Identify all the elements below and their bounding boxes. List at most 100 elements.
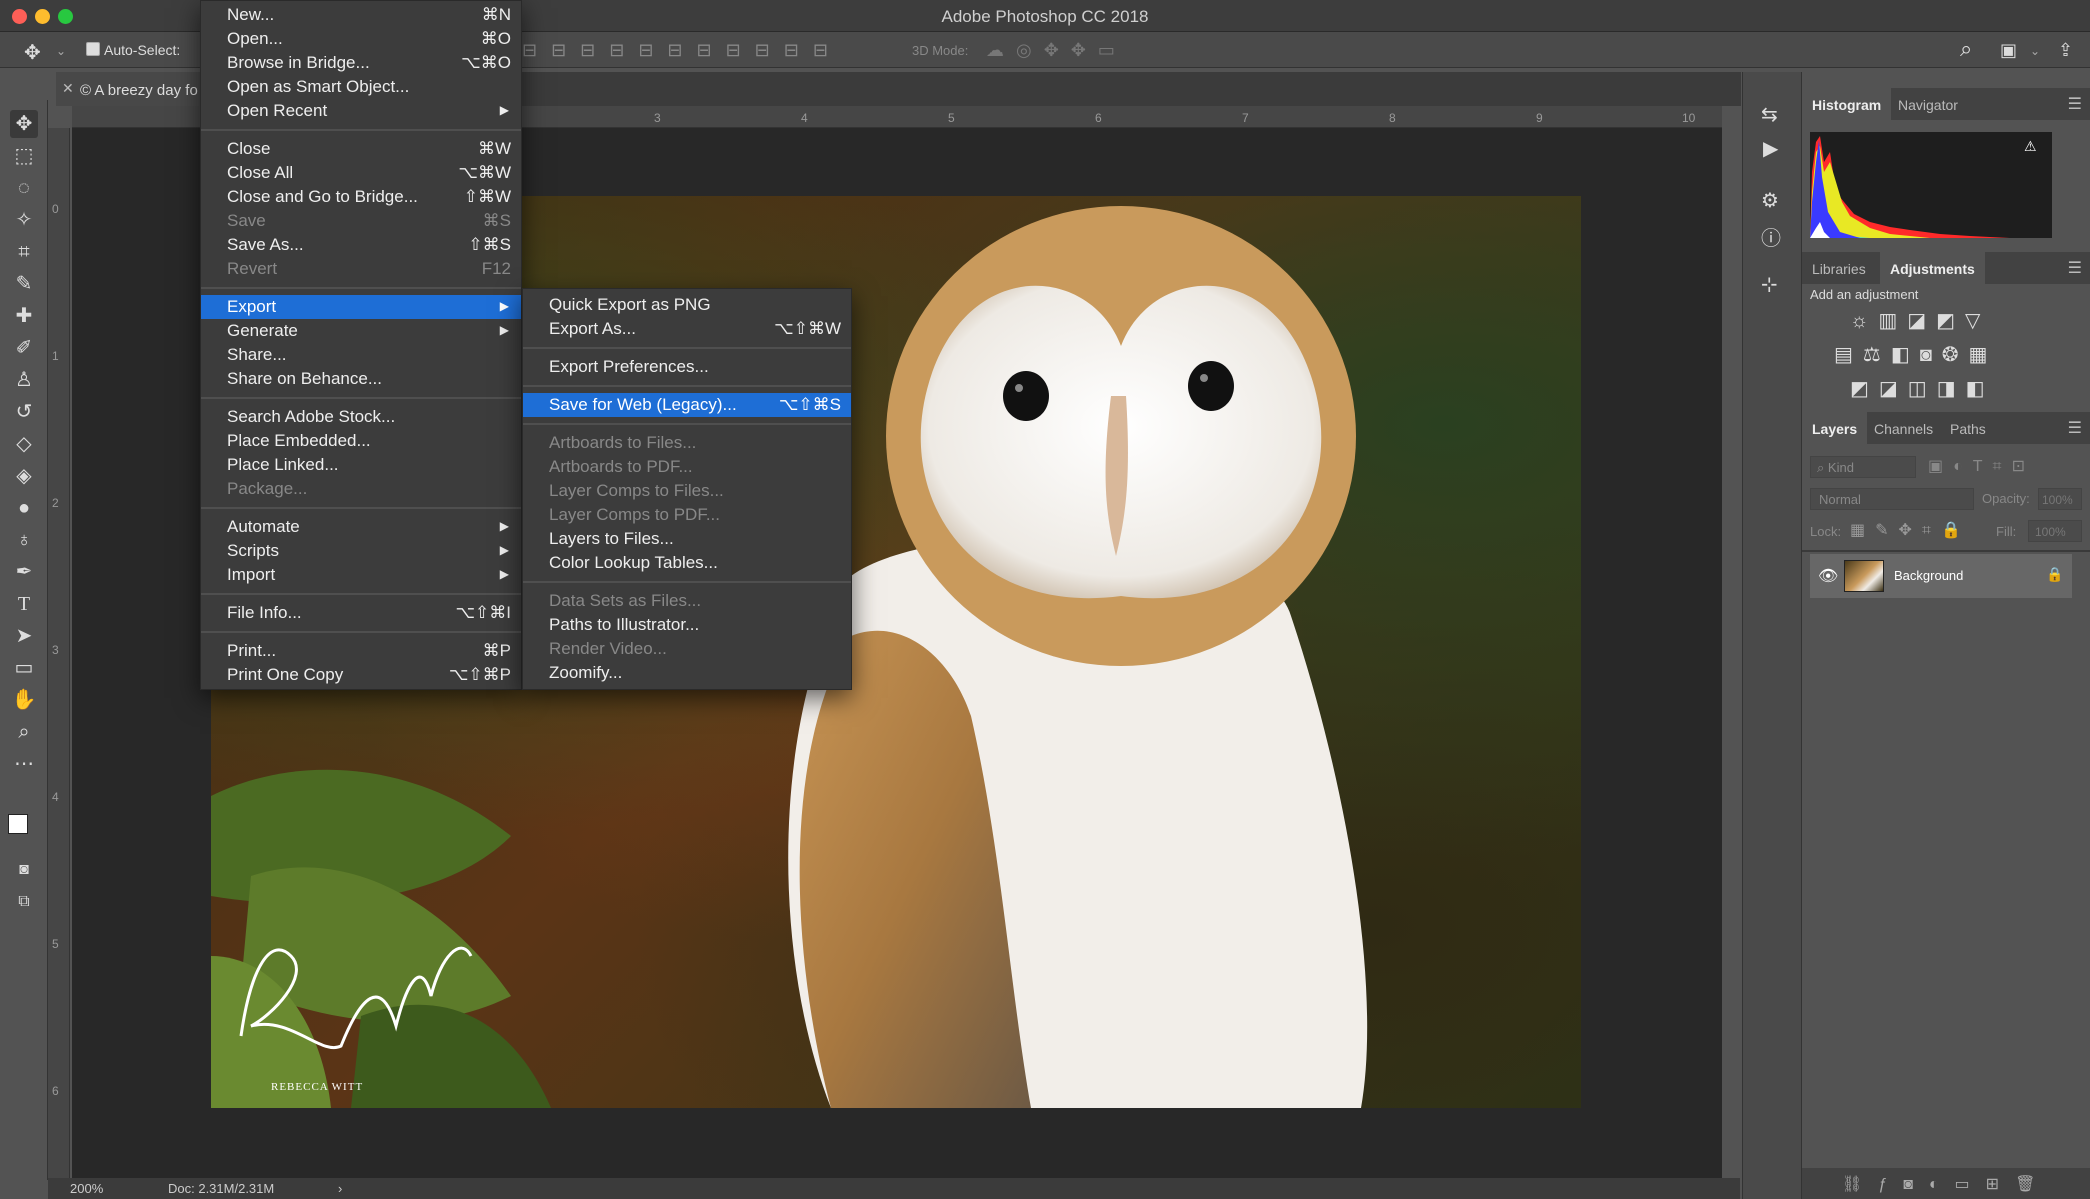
history-icon[interactable]: ⇆ (1761, 102, 1778, 127)
menu-item-place-linked[interactable]: Place Linked... (201, 453, 521, 477)
menu-item-paths-to-illustrator[interactable]: Paths to Illustrator... (523, 613, 851, 637)
menu-item-save-for-web-legacy[interactable]: Save for Web (Legacy)... ⌥⇧⌘S (523, 393, 851, 417)
crop-tool-icon[interactable]: ⌗ (10, 238, 38, 266)
healing-brush-icon[interactable]: ✚ (10, 302, 38, 330)
warning-icon[interactable]: ⚠ (2024, 138, 2037, 155)
tab-paths[interactable]: Paths (1940, 412, 1996, 444)
rectangle-tool-icon[interactable]: ▭ (10, 654, 38, 682)
eye-visibility-icon[interactable]: 👁 (1818, 566, 1838, 586)
menu-item-artboards-to-files[interactable]: Artboards to Files... (523, 431, 851, 455)
align-icons[interactable]: ⊟⊟⊟⊟⊟⊟⊟⊟⊟⊟⊟ (522, 40, 842, 61)
foreground-color-swatch[interactable] (8, 814, 28, 834)
zoom-tool-icon[interactable]: ⌕ (10, 718, 38, 746)
layer-action-icons[interactable]: ⛓ƒ◙◐▭⊞🗑 (1842, 1174, 2051, 1194)
hand-tool-icon[interactable]: ✋ (10, 686, 38, 714)
layer-row-background[interactable]: 👁 Background 🔒 (1810, 554, 2072, 598)
magic-wand-icon[interactable]: ✧ (10, 206, 38, 234)
status-menu-arrow[interactable]: › (338, 1181, 342, 1196)
menu-item-print-one-copy[interactable]: Print One Copy ⌥⇧⌘P (201, 663, 521, 687)
dodge-tool-icon[interactable]: ♁ (10, 526, 38, 554)
zoom-level[interactable]: 200% (70, 1181, 103, 1196)
fill-field[interactable]: 100% (2028, 520, 2082, 542)
info-icon[interactable]: ⓘ (1761, 222, 1781, 251)
menu-item-open-as-smart-object[interactable]: Open as Smart Object... (201, 75, 521, 99)
lasso-tool-icon[interactable]: ◌ (10, 174, 38, 202)
menu-item-share[interactable]: Share... (201, 343, 521, 367)
menu-item-print[interactable]: Print... ⌘P (201, 639, 521, 663)
brush-tool-icon[interactable]: ✐ (10, 334, 38, 362)
menu-item-export[interactable]: Export ▶ (201, 295, 521, 319)
marquee-tool-icon[interactable]: ⬚ (10, 142, 38, 170)
blur-tool-icon[interactable]: ● (10, 494, 38, 522)
menu-item-layer-comps-to-files[interactable]: Layer Comps to Files... (523, 479, 851, 503)
menu-item-close-and-go-to-bridge[interactable]: Close and Go to Bridge... ⇧⌘W (201, 185, 521, 209)
path-select-icon[interactable]: ➤ (10, 622, 38, 650)
menu-item-package[interactable]: Package... (201, 477, 521, 501)
panel-menu-icon[interactable]: ☰ (2068, 418, 2082, 438)
paint-bucket-icon[interactable]: ◈ (10, 462, 38, 490)
menu-item-search-adobe-stock[interactable]: Search Adobe Stock... (201, 405, 521, 429)
chevron-down-icon[interactable]: ⌄ (56, 44, 66, 58)
menu-item-color-lookup-tables[interactable]: Color Lookup Tables... (523, 551, 851, 575)
menu-item-share-on-behance[interactable]: Share on Behance... (201, 367, 521, 391)
more-tools-icon[interactable]: ⋯ (10, 750, 38, 778)
tab-navigator[interactable]: Navigator (1888, 88, 1968, 120)
move-tool-icon[interactable]: ✥ (10, 110, 38, 138)
layer-name[interactable]: Background (1894, 568, 1963, 583)
menu-item-place-embedded[interactable]: Place Embedded... (201, 429, 521, 453)
tab-adjustments[interactable]: Adjustments (1880, 252, 1985, 284)
stamp-tool-icon[interactable]: ♙ (10, 366, 38, 394)
menu-item-save-as[interactable]: Save As... ⇧⌘S (201, 233, 521, 257)
menu-item-artboards-to-pdf[interactable]: Artboards to PDF... (523, 455, 851, 479)
properties-icon[interactable]: ⚙ (1761, 188, 1779, 213)
menu-item-render-video[interactable]: Render Video... (523, 637, 851, 661)
opacity-field[interactable]: 100% (2038, 488, 2082, 510)
glyphs-icon[interactable]: ⊹ (1761, 272, 1778, 297)
menu-item-open-recent[interactable]: Open Recent ▶ (201, 99, 521, 123)
menu-item-file-info[interactable]: File Info... ⌥⇧⌘I (201, 601, 521, 625)
type-tool-icon[interactable]: T (10, 590, 38, 618)
document-tab[interactable]: © A breezy day fo (56, 72, 216, 106)
adjustment-icons-row-3[interactable]: ◩◪◫◨◧ (1850, 376, 1994, 401)
menu-item-quick-export-as-png[interactable]: Quick Export as PNG (523, 293, 851, 317)
eyedropper-icon[interactable]: ✎ (10, 270, 38, 298)
menu-item-browse-in-bridge[interactable]: Browse in Bridge... ⌥⌘O (201, 51, 521, 75)
blend-mode-select[interactable]: Normal (1810, 488, 1974, 510)
menu-item-export-as[interactable]: Export As... ⌥⇧⌘W (523, 317, 851, 341)
menu-item-close-all[interactable]: Close All ⌥⌘W (201, 161, 521, 185)
menu-item-zoomify[interactable]: Zoomify... (523, 661, 851, 685)
chevron-down-icon[interactable]: ⌄ (2030, 44, 2040, 58)
auto-select-checkbox[interactable] (86, 42, 100, 56)
menu-item-automate[interactable]: Automate ▶ (201, 515, 521, 539)
tab-layers[interactable]: Layers (1802, 412, 1868, 444)
pen-tool-icon[interactable]: ✒ (10, 558, 38, 586)
layer-filter-select[interactable]: ⌕ Kind (1810, 456, 1916, 478)
panel-menu-icon[interactable]: ☰ (2068, 258, 2082, 278)
panel-menu-icon[interactable]: ☰ (2068, 94, 2082, 114)
close-tab-icon[interactable]: ✕ (62, 80, 74, 97)
quick-mask-icon[interactable]: ◙ (10, 856, 38, 884)
menu-item-import[interactable]: Import ▶ (201, 563, 521, 587)
menu-item-generate[interactable]: Generate ▶ (201, 319, 521, 343)
menu-item-open[interactable]: Open... ⌘O (201, 27, 521, 51)
actions-play-icon[interactable]: ▶ (1763, 136, 1778, 161)
adjustment-icons-row-2[interactable]: ▤⚖◧◙❂▦ (1834, 342, 1997, 367)
menu-item-export-preferences[interactable]: Export Preferences... (523, 355, 851, 379)
adjustment-icons-row-1[interactable]: ☼▥◪◩▽ (1850, 308, 1990, 333)
screen-mode-icon[interactable]: ⧉ (10, 888, 38, 916)
menu-item-new[interactable]: New... ⌘N (201, 3, 521, 27)
share-icon[interactable]: ⇪ (2058, 40, 2073, 61)
menu-item-data-sets-as-files[interactable]: Data Sets as Files... (523, 589, 851, 613)
move-tool-icon[interactable]: ✥ (24, 40, 41, 65)
eraser-icon[interactable]: ◇ (10, 430, 38, 458)
workspace-icon[interactable]: ▣ (2000, 40, 2017, 61)
history-brush-icon[interactable]: ↺ (10, 398, 38, 426)
menu-item-save[interactable]: Save ⌘S (201, 209, 521, 233)
menu-item-layers-to-files[interactable]: Layers to Files... (523, 527, 851, 551)
menu-item-revert[interactable]: Revert F12 (201, 257, 521, 281)
layer-filter-icons[interactable]: ▣◐T⌗⊡ (1928, 456, 2035, 476)
menu-item-layer-comps-to-pdf[interactable]: Layer Comps to PDF... (523, 503, 851, 527)
tab-histogram[interactable]: Histogram (1802, 88, 1892, 120)
3d-mode-icons[interactable]: ☁◎✥✥▭ (986, 40, 1127, 61)
lock-icons[interactable]: ▦✎✥⌗🔒 (1850, 520, 1971, 540)
